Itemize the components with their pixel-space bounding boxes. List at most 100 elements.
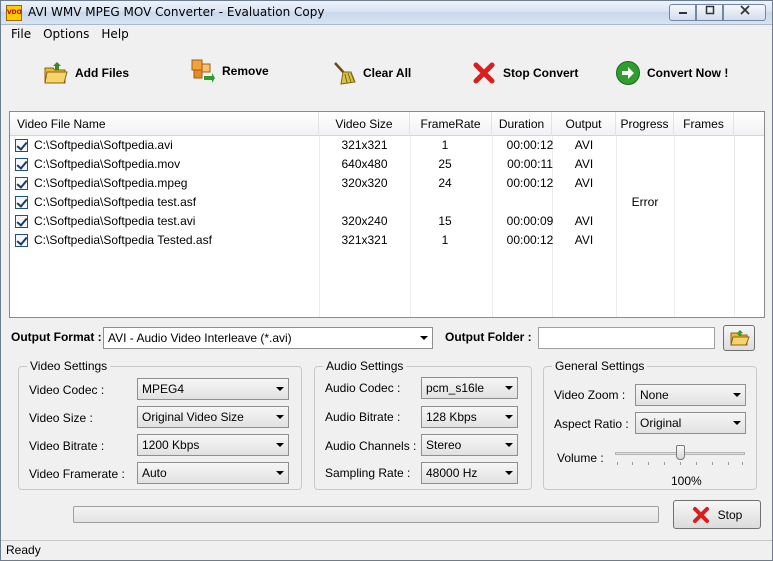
col-duration[interactable]: Duration (492, 112, 552, 136)
aspect-ratio-value: Original (640, 416, 682, 430)
col-video-size[interactable]: Video Size (319, 112, 410, 136)
audio-channels-select[interactable]: Stereo (421, 434, 518, 456)
cell-file-name: C:\Softpedia\Softpedia.mpeg (34, 176, 188, 190)
volume-slider-thumb[interactable] (676, 445, 685, 460)
app-window: VDO AVI WMV MPEG MOV Converter - Evaluat… (0, 0, 773, 561)
minimize-button[interactable] (669, 4, 696, 21)
file-list[interactable]: Video File Name Video Size FrameRate Dur… (9, 111, 765, 318)
cell-framerate: 25 (438, 157, 452, 171)
add-files-icon (44, 62, 68, 84)
chevron-down-icon (500, 378, 517, 398)
row-checkbox[interactable] (15, 177, 28, 190)
slider-tick (680, 462, 681, 465)
cell-framerate: 15 (438, 214, 452, 228)
table-row[interactable]: C:\Softpedia\Softpedia.avi 321x321 1 00:… (10, 136, 764, 155)
cell-output: AVI (574, 138, 594, 152)
add-files-button[interactable]: Add Files (43, 60, 129, 86)
col-progress[interactable]: Progress (616, 112, 674, 136)
stop-button[interactable]: Stop (673, 500, 761, 529)
stop-label: Stop (717, 507, 743, 522)
maximize-icon (705, 5, 714, 15)
cell-output: AVI (574, 176, 594, 190)
audio-bitrate-label: Audio Bitrate : (325, 410, 401, 424)
clear-all-button[interactable]: Clear All (331, 60, 411, 86)
table-row[interactable]: C:\Softpedia\Softpedia.mpeg 320x320 24 0… (10, 174, 764, 193)
audio-codec-select[interactable]: pcm_s16le (421, 377, 518, 399)
chevron-down-icon (415, 328, 432, 348)
window-title: AVI WMV MPEG MOV Converter - Evaluation … (28, 5, 325, 19)
cell-progress (616, 231, 674, 250)
output-format-select[interactable]: AVI - Audio Video Interleave (*.avi) (103, 327, 433, 349)
cell-framerate (410, 193, 480, 212)
row-checkbox[interactable] (15, 215, 28, 228)
video-codec-value: MPEG4 (142, 382, 185, 396)
video-bitrate-label: Video Bitrate : (29, 439, 105, 453)
maximize-button[interactable] (696, 4, 723, 21)
stop-convert-button[interactable]: Stop Convert (471, 60, 578, 86)
close-icon (739, 5, 750, 15)
cell-video-size: 640x480 (341, 157, 388, 171)
video-codec-select[interactable]: MPEG4 (137, 378, 289, 400)
cell-frames (674, 231, 734, 250)
row-checkbox[interactable] (15, 158, 28, 171)
audio-codec-label: Audio Codec : (325, 381, 401, 395)
audio-channels-label: Audio Channels : (325, 439, 417, 453)
video-framerate-select[interactable]: Auto (137, 462, 289, 484)
audio-bitrate-select[interactable]: 128 Kbps (421, 406, 518, 428)
row-checkbox[interactable] (15, 234, 28, 247)
stop-x-icon (692, 506, 709, 523)
output-format-value: AVI - Audio Video Interleave (*.avi) (108, 331, 292, 345)
table-row[interactable]: C:\Softpedia\Softpedia.mov 640x480 25 00… (10, 155, 764, 174)
status-text: Ready (6, 543, 41, 557)
slider-tick (728, 462, 729, 465)
table-row[interactable]: C:\Softpedia\Softpedia test.avi 320x240 … (10, 212, 764, 231)
cell-framerate: 1 (441, 233, 449, 247)
chevron-down-icon (271, 379, 288, 399)
cell-output (552, 193, 616, 212)
remove-label: Remove (222, 64, 269, 78)
convert-now-label: Convert Now ! (647, 66, 729, 80)
menu-help[interactable]: Help (95, 25, 134, 44)
table-row[interactable]: C:\Softpedia\Softpedia Tested.asf 321x32… (10, 231, 764, 250)
col-framerate[interactable]: FrameRate (410, 112, 492, 136)
close-button[interactable] (723, 4, 766, 21)
chevron-down-icon (500, 407, 517, 427)
cell-output: AVI (574, 214, 594, 228)
menu-file[interactable]: File (5, 25, 37, 44)
table-row[interactable]: C:\Softpedia\Softpedia test.asf Error (10, 193, 764, 212)
app-icon: VDO (6, 5, 22, 21)
cell-progress (616, 155, 674, 174)
row-checkbox[interactable] (15, 139, 28, 152)
list-body: C:\Softpedia\Softpedia.avi 321x321 1 00:… (10, 136, 764, 317)
cell-file-name: C:\Softpedia\Softpedia.mov (34, 157, 181, 171)
output-folder-input[interactable] (538, 327, 715, 349)
slider-tick (617, 462, 618, 465)
cell-output: AVI (574, 157, 594, 171)
aspect-ratio-select[interactable]: Original (635, 412, 746, 434)
cell-progress: Error (631, 195, 659, 209)
sampling-rate-select[interactable]: 48000 Hz (421, 462, 518, 484)
remove-icon (191, 59, 215, 83)
cell-video-size (319, 193, 410, 212)
sampling-rate-value: 48000 Hz (426, 466, 478, 480)
arrow-right-circle-icon (616, 61, 640, 85)
col-video-file-name[interactable]: Video File Name (10, 112, 319, 136)
col-frames[interactable]: Frames (674, 112, 734, 136)
row-checkbox[interactable] (15, 196, 28, 209)
menu-options[interactable]: Options (37, 25, 95, 44)
remove-button[interactable]: Remove (190, 58, 269, 84)
video-size-select[interactable]: Original Video Size (137, 406, 289, 428)
browse-folder-button[interactable] (723, 325, 755, 351)
convert-now-button[interactable]: Convert Now ! (615, 60, 728, 86)
title-bar: VDO AVI WMV MPEG MOV Converter - Evaluat… (1, 1, 772, 25)
video-framerate-label: Video Framerate : (29, 467, 125, 481)
col-output[interactable]: Output (552, 112, 616, 136)
cell-framerate: 1 (441, 138, 449, 152)
output-folder-label: Output Folder : (445, 330, 532, 344)
video-zoom-select[interactable]: None (635, 384, 746, 406)
cell-video-size: 321x321 (341, 138, 388, 152)
video-bitrate-select[interactable]: 1200 Kbps (137, 434, 289, 456)
video-framerate-value: Auto (142, 466, 167, 480)
volume-slider[interactable] (615, 445, 745, 469)
cell-output: AVI (574, 233, 594, 247)
